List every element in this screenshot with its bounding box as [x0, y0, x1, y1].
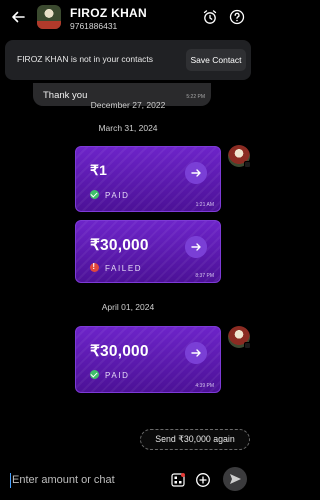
contact-phone: 9761886431	[70, 21, 118, 31]
arrow-right-icon[interactable]	[185, 162, 207, 184]
payment-card[interactable]: ₹30,000 PAID 4:39 PM	[75, 326, 221, 393]
sender-avatar	[228, 326, 251, 349]
sender-avatar	[228, 145, 251, 168]
date-separator: March 31, 2024	[98, 123, 158, 133]
send-again-button[interactable]: Send ₹30,000 again	[140, 429, 250, 450]
payment-status-text: PAID	[105, 371, 130, 380]
payment-status: FAILED	[90, 262, 143, 273]
payment-status: PAID	[90, 370, 129, 380]
send-arrow-icon	[230, 474, 241, 484]
text-cursor	[10, 473, 11, 488]
payment-status-text: PAID	[105, 191, 130, 200]
lock-icon	[244, 342, 251, 349]
date-separator: December 27, 2022	[90, 100, 166, 110]
chat-header: FIROZ KHAN 9761886431	[0, 0, 256, 38]
date-separator: April 01, 2024	[101, 302, 155, 312]
send-button[interactable]	[223, 467, 247, 491]
help-icon[interactable]	[229, 9, 245, 25]
not-in-contacts-banner: FIROZ KHAN is not in your contacts Save …	[5, 40, 251, 80]
banner-text: FIROZ KHAN is not in your contacts	[17, 54, 154, 64]
payment-time: 4:39 PM	[195, 383, 214, 389]
amount-or-chat-input[interactable]	[12, 471, 162, 489]
arrow-right-icon[interactable]	[185, 236, 207, 258]
payment-amount: ₹1	[90, 162, 108, 178]
contact-avatar[interactable]	[37, 5, 61, 29]
add-circle-icon[interactable]	[195, 472, 211, 488]
payment-time: 1:21 AM	[195, 202, 214, 208]
alarm-clock-icon[interactable]	[202, 9, 218, 25]
alert-circle-icon	[90, 262, 99, 272]
qr-scan-icon[interactable]	[170, 472, 186, 488]
payment-status-text: FAILED	[105, 264, 143, 273]
payment-card[interactable]: ₹1 PAID 1:21 AM	[75, 146, 221, 212]
payment-card[interactable]: ₹30,000 FAILED 8:37 PM	[75, 220, 221, 283]
payment-status: PAID	[90, 190, 129, 200]
chat-input-bar	[0, 462, 256, 500]
back-arrow-icon[interactable]	[10, 9, 26, 25]
check-circle-icon	[90, 370, 99, 379]
lock-icon	[244, 161, 251, 168]
arrow-right-icon[interactable]	[185, 342, 207, 364]
payment-time: 8:37 PM	[195, 273, 214, 279]
payment-amount: ₹30,000	[90, 237, 149, 254]
contact-name[interactable]: FIROZ KHAN	[70, 6, 147, 20]
payment-amount: ₹30,000	[90, 343, 149, 360]
check-circle-icon	[90, 190, 99, 199]
save-contact-button[interactable]: Save Contact	[186, 49, 246, 71]
